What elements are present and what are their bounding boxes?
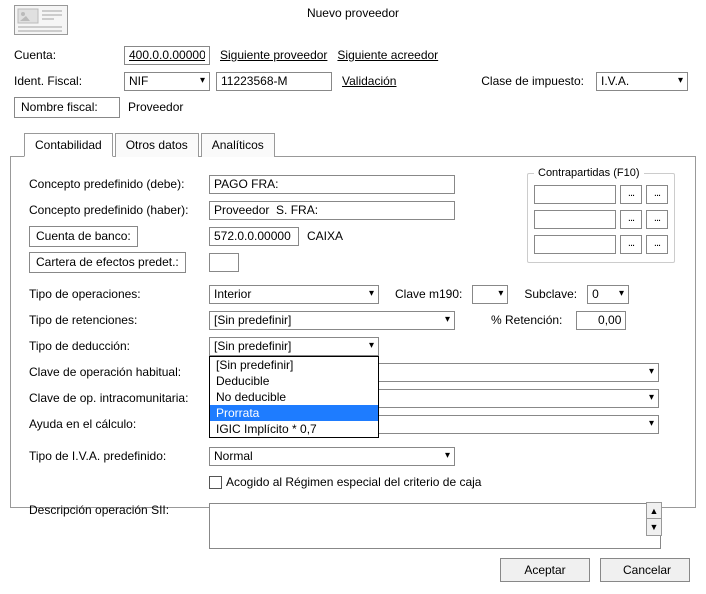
dropdown-option[interactable]: Deducible — [210, 373, 378, 389]
dropdown-option[interactable]: [Sin predefinir] — [210, 357, 378, 373]
cartera-input[interactable] — [209, 253, 239, 272]
validacion-link[interactable]: Validación — [342, 74, 396, 88]
ident-type-select[interactable]: NIF — [124, 72, 210, 91]
contrapartidas-legend: Contrapartidas (F10) — [534, 167, 644, 179]
tipo-operaciones-label: Tipo de operaciones: — [29, 287, 209, 301]
checkbox-box-icon — [209, 476, 222, 489]
contrapartida-input-3[interactable] — [534, 235, 616, 254]
pct-retencion-label: % Retención: — [491, 313, 568, 327]
tipo-operaciones-select[interactable]: Interior — [209, 285, 379, 304]
tipo-deduccion-dropdown[interactable]: [Sin predefinir]DeducibleNo deduciblePro… — [209, 356, 379, 438]
tab-analiticos[interactable]: Analíticos — [201, 133, 275, 157]
subclave-label: Subclave: — [524, 287, 583, 301]
dropdown-option[interactable]: IGIC Implícito * 0,7 — [210, 421, 378, 437]
cancelar-button[interactable]: Cancelar — [600, 558, 690, 582]
cartera-button[interactable]: Cartera de efectos predet.: — [29, 252, 186, 273]
document-template-icon — [14, 5, 68, 35]
aceptar-button[interactable]: Aceptar — [500, 558, 590, 582]
contrapartida-input-2[interactable] — [534, 210, 616, 229]
scroll-down-icon[interactable]: ▼ — [647, 519, 661, 535]
window-title: Nuevo proveedor — [0, 0, 706, 26]
acogido-checkbox[interactable]: Acogido al Régimen especial del criterio… — [209, 475, 481, 489]
contrapartida-row: ... ... — [534, 185, 668, 204]
clave-intra-label: Clave de op. intracomunitaria: — [29, 391, 209, 405]
clave-m190-select[interactable] — [472, 285, 508, 304]
textarea-scroll-icon[interactable]: ▲ ▼ — [646, 502, 662, 536]
pct-retencion-input[interactable] — [576, 311, 626, 330]
contrapartidas-group: Contrapartidas (F10) ... ... ... ... ...… — [527, 167, 675, 263]
contrapartida-row: ... ... — [534, 235, 668, 254]
clase-impuesto-select[interactable]: I.V.A. — [596, 72, 688, 91]
dropdown-option[interactable]: No deducible — [210, 389, 378, 405]
cuenta-banco-button[interactable]: Cuenta de banco: — [29, 226, 138, 247]
concepto-haber-label: Concepto predefinido (haber): — [29, 203, 209, 217]
tab-contabilidad[interactable]: Contabilidad — [24, 133, 113, 157]
contrapartida-btn-2a[interactable]: ... — [620, 210, 642, 229]
tab-panel: Contrapartidas (F10) ... ... ... ... ...… — [10, 156, 696, 508]
subclave-select[interactable]: 0 — [587, 285, 629, 304]
scroll-up-icon[interactable]: ▲ — [647, 503, 661, 519]
contrapartida-btn-1b[interactable]: ... — [646, 185, 668, 204]
clave-m190-label: Clave m190: — [395, 287, 468, 301]
siguiente-proveedor-link[interactable]: Siguiente proveedor — [220, 48, 327, 62]
contrapartida-btn-3a[interactable]: ... — [620, 235, 642, 254]
dropdown-option[interactable]: Prorrata — [210, 405, 378, 421]
tipo-iva-select[interactable]: Normal — [209, 447, 455, 466]
nombre-fiscal-button[interactable]: Nombre fiscal: — [14, 97, 120, 118]
descripcion-sii-textarea[interactable] — [209, 503, 661, 549]
contrapartida-input-1[interactable] — [534, 185, 616, 204]
cuenta-input[interactable] — [124, 46, 210, 65]
contrapartida-btn-1a[interactable]: ... — [620, 185, 642, 204]
tipo-retenciones-label: Tipo de retenciones: — [29, 313, 209, 327]
concepto-debe-label: Concepto predefinido (debe): — [29, 177, 209, 191]
concepto-haber-input[interactable] — [209, 201, 455, 220]
cuenta-banco-name: CAIXA — [307, 229, 343, 243]
contrapartida-btn-3b[interactable]: ... — [646, 235, 668, 254]
contrapartida-btn-2b[interactable]: ... — [646, 210, 668, 229]
tipo-deduccion-select[interactable]: [Sin predefinir] — [209, 337, 379, 356]
nombre-fiscal-input[interactable] — [124, 98, 664, 117]
ident-fiscal-label: Ident. Fiscal: — [14, 74, 124, 88]
tipo-deduccion-label: Tipo de deducción: — [29, 339, 209, 353]
acogido-label: Acogido al Régimen especial del criterio… — [226, 475, 481, 489]
descripcion-sii-label: Descripción operación SII: — [29, 503, 209, 517]
clase-impuesto-label: Clase de impuesto: — [429, 74, 590, 88]
tab-otros-datos[interactable]: Otros datos — [115, 133, 199, 157]
cuenta-label: Cuenta: — [14, 48, 124, 62]
cuenta-banco-input[interactable] — [209, 227, 299, 246]
tipo-retenciones-select[interactable]: [Sin predefinir] — [209, 311, 455, 330]
contrapartida-row: ... ... — [534, 210, 668, 229]
tipo-iva-label: Tipo de I.V.A. predefinido: — [29, 449, 209, 463]
concepto-debe-input[interactable] — [209, 175, 455, 194]
clave-op-habitual-label: Clave de operación habitual: — [29, 365, 209, 379]
ident-value-input[interactable] — [216, 72, 332, 91]
ayuda-calculo-label: Ayuda en el cálculo: — [29, 417, 209, 431]
siguiente-acreedor-link[interactable]: Siguiente acreedor — [337, 48, 438, 62]
